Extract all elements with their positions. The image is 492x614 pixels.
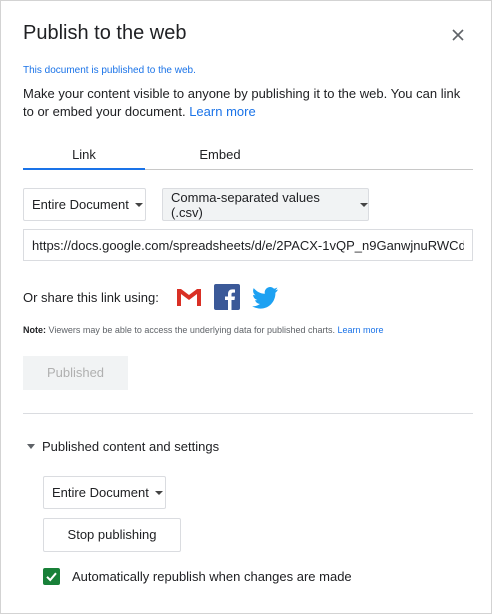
published-status-note: This document is published to the web.	[23, 65, 196, 76]
description: Make your content visible to anyone by p…	[23, 85, 473, 121]
note-learn-more-link[interactable]: Learn more	[338, 325, 384, 335]
dropdown-caret-icon	[154, 490, 163, 495]
format-select[interactable]: Comma-separated values (.csv)	[162, 188, 369, 221]
divider	[23, 413, 473, 414]
settings-scope-select-value: Entire Document	[52, 485, 149, 500]
format-select-value: Comma-separated values (.csv)	[171, 189, 320, 220]
share-label: Or share this link using:	[23, 289, 159, 305]
charts-note: Note: Viewers may be able to access the …	[23, 325, 384, 335]
dialog-title: Publish to the web	[23, 22, 187, 44]
published-button: Published	[23, 356, 128, 390]
note-label: Note:	[23, 325, 46, 335]
tab-bar: Link Embed	[23, 145, 473, 170]
dropdown-caret-icon	[360, 202, 368, 207]
close-icon[interactable]	[448, 25, 468, 45]
stop-publishing-button[interactable]: Stop publishing	[43, 518, 181, 552]
gmail-icon[interactable]	[175, 284, 203, 310]
published-settings-toggle[interactable]: Published content and settings	[27, 439, 219, 454]
scope-select-value: Entire Document	[32, 197, 129, 212]
auto-republish-row[interactable]: Automatically republish when changes are…	[43, 568, 352, 585]
dropdown-caret-icon	[134, 202, 143, 207]
checkmark-icon	[46, 572, 57, 582]
auto-republish-label: Automatically republish when changes are…	[72, 569, 352, 584]
auto-republish-checkbox[interactable]	[43, 568, 60, 585]
settings-scope-select[interactable]: Entire Document	[43, 476, 166, 509]
published-url-field[interactable]	[23, 229, 473, 261]
facebook-icon[interactable]	[213, 284, 241, 310]
share-row: Or share this link using:	[23, 284, 279, 310]
scope-select[interactable]: Entire Document	[23, 188, 146, 221]
collapse-triangle-icon	[27, 444, 35, 449]
tab-link[interactable]: Link	[23, 145, 145, 170]
twitter-icon[interactable]	[251, 284, 279, 310]
publish-dialog: Publish to the web This document is publ…	[0, 0, 492, 614]
tab-embed[interactable]: Embed	[145, 145, 295, 169]
published-settings-label: Published content and settings	[42, 439, 220, 454]
note-text: Viewers may be able to access the underl…	[46, 325, 338, 335]
learn-more-link[interactable]: Learn more	[189, 104, 255, 119]
